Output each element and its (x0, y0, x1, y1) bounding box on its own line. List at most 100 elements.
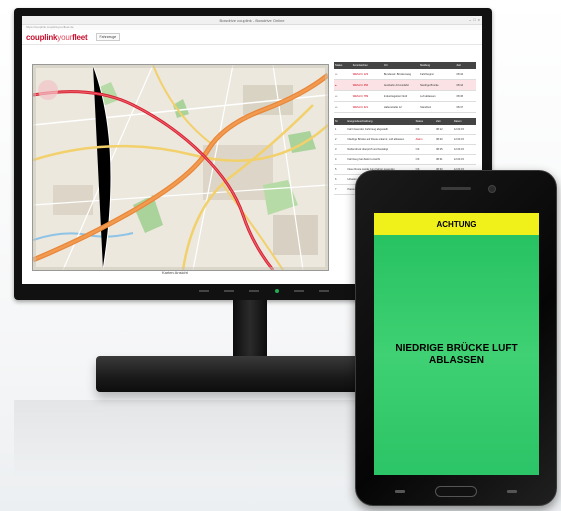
monitor-buttons (199, 288, 329, 294)
tablet-screen: ACHTUNG NIEDRIGE BRÜCKE LUFT ABLASSEN (374, 213, 539, 475)
tablet-camera (488, 185, 496, 193)
column-header[interactable]: Datum (452, 118, 476, 125)
status-cell: OK (414, 154, 436, 165)
home-button[interactable] (435, 485, 477, 497)
alert-message: NIEDRIGE BRÜCKE LUFT ABLASSEN (377, 343, 537, 367)
maximize-icon[interactable]: □ (473, 17, 475, 22)
vehicle-table-header: Status Kennzeichen Ort Meldung Zeit (334, 62, 476, 69)
table-row[interactable]: ● WES-FC 456 Autobahn A3 Ausfahrt Niedri… (334, 79, 476, 91)
recent-apps-button[interactable] (395, 489, 405, 493)
table-row[interactable]: ▭ WES-FC 123 Bundesstr. Brückenweg Fahrt… (334, 69, 476, 80)
number-cell: 2 (334, 134, 347, 145)
column-header[interactable]: Status (334, 62, 352, 69)
alert-area[interactable]: NIEDRIGE BRÜCKE LUFT ABLASSEN (374, 235, 539, 475)
column-header[interactable]: Kennzeichen (351, 62, 383, 69)
view-select[interactable]: Fahrzeuge (95, 33, 121, 41)
description-cell: Reifendruck überprüft und bestätigt (346, 144, 415, 155)
column-header[interactable]: Ereignisbeschreibung (346, 118, 415, 125)
message-cell: Standzeit (419, 101, 456, 113)
date-cell: 12.03.15 (452, 134, 476, 145)
alert-message-line2: ABLASSEN (428, 355, 484, 366)
brand-part-3: fleet (72, 32, 88, 42)
route-map[interactable] (32, 64, 329, 271)
warning-header: ACHTUNG (374, 213, 539, 235)
status-cell: ▭ (334, 101, 352, 113)
truck-icon: ▭ (335, 72, 338, 76)
message-cell: Luft ablassen (419, 90, 456, 102)
column-header[interactable]: Meldung (419, 62, 456, 69)
time-cell: 08:12 (435, 125, 453, 135)
time-cell: 08:42 (455, 69, 476, 80)
location-cell: Bundesstr. Brückenweg (382, 69, 420, 80)
brand-logo[interactable]: couplinkyourfleet (26, 33, 88, 42)
plate-cell: WES-FC 321 (351, 101, 383, 113)
plate-cell: WES-FC 456 (351, 79, 383, 91)
status-cell: OK (414, 144, 436, 155)
brand-part-1: couplink (26, 32, 58, 42)
time-cell: 08:20 (435, 134, 453, 145)
number-cell: 5 (334, 164, 347, 175)
plate-cell: WES-FC 789 (351, 90, 383, 102)
truck-icon: ▭ (335, 105, 338, 109)
description-cell: Niedrige Brücke auf Route erkannt, Luft … (346, 134, 415, 145)
monitor-input-button[interactable] (224, 290, 235, 292)
monitor-stand-base (96, 356, 386, 392)
time-cell: 08:44 (455, 79, 476, 91)
monitor-menu-button[interactable] (199, 290, 209, 292)
minimize-icon[interactable]: – (469, 17, 471, 22)
number-cell: 4 (334, 154, 347, 165)
monitor-stand-neck (233, 300, 267, 360)
date-cell: 12.03.15 (452, 125, 476, 135)
description-cell: Fahrzeug hat Zielort erreicht (346, 154, 415, 165)
monitor-up-button[interactable] (249, 290, 260, 292)
column-header[interactable]: Zeit (435, 118, 453, 125)
status-cell: OK (414, 125, 436, 135)
product-scene: Bowdrive couplink - Bowdrive Online – □ … (0, 0, 561, 511)
window-controls[interactable]: – □ × (469, 17, 480, 22)
alert-message-line1: NIEDRIGE BRÜCKE LUFT (395, 343, 518, 354)
number-cell: 3 (334, 144, 347, 155)
date-cell: 12.03.15 (452, 144, 476, 155)
number-cell: 6 (334, 174, 347, 185)
table-row[interactable]: ▭ WES-FC 321 Hafenstraße 12 Standzeit 08… (334, 101, 476, 113)
column-header[interactable]: Status (414, 118, 436, 125)
number-cell: 7 (334, 184, 347, 195)
tablet: ACHTUNG NIEDRIGE BRÜCKE LUFT ABLASSEN (355, 170, 557, 506)
status-cell: ▭ (334, 69, 352, 80)
table-row[interactable]: ▭ WES-FC 789 Industriegebiet Nord Luft a… (334, 90, 476, 102)
window-title: Bowdrive couplink - Bowdrive Online (219, 17, 285, 23)
window-titlebar: Bowdrive couplink - Bowdrive Online – □ … (22, 16, 482, 25)
truck-icon: ▭ (335, 94, 338, 98)
column-header[interactable]: Zeit (455, 62, 476, 69)
time-cell: 08:31 (435, 154, 453, 165)
status-cell: ▭ (334, 90, 352, 102)
column-header[interactable]: Nr (334, 118, 347, 125)
tablet-nav-bar (356, 485, 556, 497)
number-cell: 1 (334, 125, 347, 135)
plate-cell: WES-FC 123 (351, 69, 383, 80)
monitor-auto-button[interactable] (318, 290, 329, 292)
table-row[interactable]: 2 Niedrige Brücke auf Route erkannt, Luf… (334, 134, 476, 145)
power-button[interactable] (274, 289, 279, 293)
time-cell: 08:45 (455, 90, 476, 102)
date-cell: 12.03.15 (452, 154, 476, 165)
event-table-header: Nr Ereignisbeschreibung Status Zeit Datu… (334, 118, 476, 125)
alert-icon: ● (335, 83, 337, 87)
column-header[interactable]: Ort (382, 62, 420, 69)
table-row[interactable]: 4 Fahrzeug hat Zielort erreicht OK 08:31… (334, 154, 476, 165)
time-cell: 08:47 (455, 101, 476, 113)
message-cell: Fahrtbeginn (419, 69, 456, 80)
tablet-speaker (441, 187, 471, 190)
time-cell: 08:25 (435, 144, 453, 155)
message-cell: Niedrige Brücke (419, 79, 456, 91)
status-cell: ● (334, 79, 352, 91)
table-row[interactable]: 3 Reifendruck überprüft und bestätigt OK… (334, 144, 476, 155)
vehicle-table: Status Kennzeichen Ort Meldung Zeit ▭ WE… (334, 62, 476, 113)
description-cell: Fahrt beendet, Fahrzeug abgestellt (346, 125, 415, 135)
close-icon[interactable]: × (478, 17, 480, 22)
map-footer[interactable]: Karten Ansicht (162, 270, 188, 275)
table-row[interactable]: 1 Fahrt beendet, Fahrzeug abgestellt OK … (334, 125, 476, 135)
back-button[interactable] (507, 489, 517, 493)
app-header: couplinkyourfleet Fahrzeuge (22, 30, 482, 45)
monitor-down-button[interactable] (293, 290, 304, 292)
